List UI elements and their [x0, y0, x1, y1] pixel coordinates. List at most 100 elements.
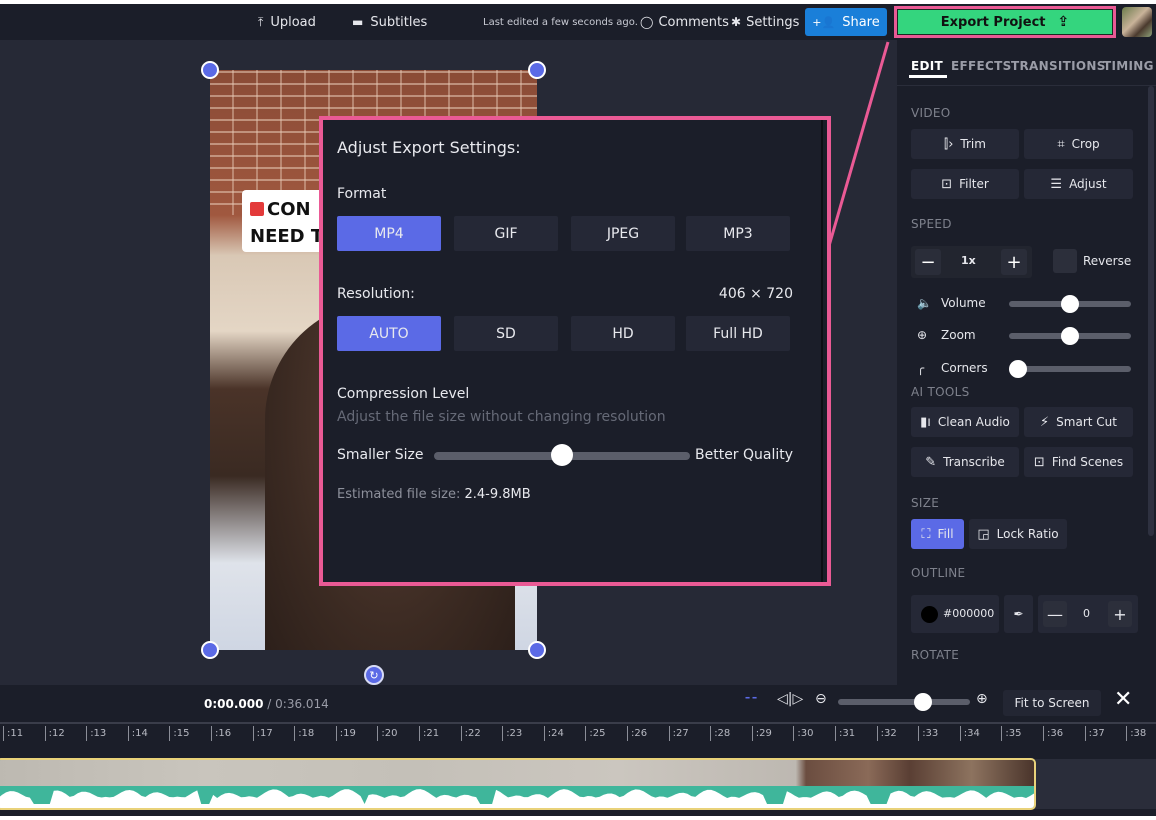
aspect-ratio-icon: ◲: [977, 526, 990, 542]
reverse-checkbox[interactable]: [1053, 249, 1077, 273]
export-project-button[interactable]: Export Project ⇪: [894, 6, 1116, 38]
ruler-tick: :28: [710, 726, 730, 741]
trim-icon: ⫿›: [944, 136, 954, 152]
rotate-handle[interactable]: ↻: [364, 665, 384, 685]
resolution-hd-button[interactable]: HD: [571, 316, 675, 351]
timeline-zoom-thumb[interactable]: [914, 693, 932, 711]
resolution-auto-button[interactable]: AUTO: [337, 316, 441, 351]
tab-edit[interactable]: EDIT: [911, 59, 943, 73]
ruler-tick: :34: [959, 726, 980, 741]
split-icon[interactable]: ◁|▷: [777, 691, 803, 707]
current-time: 0:00.000: [204, 697, 264, 711]
corners-slider-thumb[interactable]: [1009, 360, 1027, 378]
smart-cut-label: Smart Cut: [1056, 415, 1117, 429]
volume-slider-thumb[interactable]: [1061, 295, 1079, 313]
video-editor-app: ⤒ Upload ▬ Subtitles Last edited a few s…: [0, 4, 1156, 816]
snap-icon[interactable]: ⁃⁃: [744, 691, 758, 707]
upload-label: Upload: [270, 14, 316, 30]
compression-slider-thumb[interactable]: [551, 444, 573, 466]
resize-handle-bottom-right[interactable]: [528, 641, 546, 659]
smart-cut-button[interactable]: ⚡ Smart Cut: [1024, 407, 1133, 437]
tab-effects[interactable]: EFFECTS: [951, 59, 1012, 73]
share-export-icon: ⇪: [1057, 14, 1070, 30]
upload-button[interactable]: ⤒ Upload: [258, 4, 316, 40]
ruler-tick: :13: [86, 726, 106, 741]
ruler-tick: :31: [835, 726, 855, 741]
audio-wave-icon: ▮ı: [920, 414, 931, 430]
add-person-icon: +👤: [812, 15, 836, 29]
resize-handle-top-right[interactable]: [528, 61, 546, 79]
outline-increase-button[interactable]: +: [1108, 601, 1132, 627]
sliders-icon: ☰: [1050, 176, 1063, 192]
ruler-tick: :23: [502, 726, 522, 741]
video-clip[interactable]: [0, 758, 1036, 810]
speed-increase-button[interactable]: +: [1001, 249, 1027, 275]
section-ai-tools: AI TOOLS: [911, 385, 970, 399]
lock-ratio-label: Lock Ratio: [996, 527, 1059, 541]
transcribe-button[interactable]: ✎ Transcribe: [911, 447, 1019, 477]
adjust-button[interactable]: ☰ Adjust: [1024, 169, 1133, 199]
format-gif-button[interactable]: GIF: [454, 216, 558, 251]
resize-handle-bottom-left[interactable]: [201, 641, 219, 659]
volume-label: Volume: [941, 296, 986, 310]
resize-handle-top-left[interactable]: [201, 61, 219, 79]
subtitles-button[interactable]: ▬ Subtitles: [352, 4, 427, 40]
tab-transitions[interactable]: TRANSITIONS: [1011, 59, 1106, 73]
expand-corners-icon: ⛶: [921, 526, 931, 542]
share-button[interactable]: +👤 Share: [805, 8, 887, 36]
last-edited-status: Last edited a few seconds ago.: [483, 16, 638, 28]
settings-button[interactable]: ✱ Settings: [731, 4, 799, 40]
compression-label: Compression Level: [337, 386, 470, 402]
export-settings-modal: Adjust Export Settings: Format MP4 GIF J…: [319, 116, 831, 586]
resolution-sd-button[interactable]: SD: [454, 316, 558, 351]
format-jpeg-button[interactable]: JPEG: [571, 216, 675, 251]
timeline-zoom-track[interactable]: [838, 699, 970, 705]
fill-button[interactable]: ⛶ Fill: [911, 519, 964, 549]
crop-icon: ⌗: [1057, 136, 1065, 152]
find-scenes-button[interactable]: ⊡ Find Scenes: [1024, 447, 1133, 477]
clean-audio-button[interactable]: ▮ı Clean Audio: [911, 407, 1019, 437]
zoom-in-icon[interactable]: ⊕: [976, 691, 988, 707]
eyedropper-button[interactable]: ✒: [1004, 595, 1033, 633]
lock-ratio-button[interactable]: ◲ Lock Ratio: [969, 519, 1067, 549]
tab-timing[interactable]: TIMING: [1103, 59, 1154, 73]
modal-title: Adjust Export Settings:: [337, 138, 521, 157]
zoom-label: Zoom: [941, 328, 976, 342]
trim-button[interactable]: ⫿› Trim: [911, 129, 1019, 159]
ruler-tick: :16: [211, 726, 231, 741]
fit-to-screen-button[interactable]: Fit to Screen: [1003, 690, 1101, 716]
ruler-tick: :19: [335, 726, 356, 741]
crop-button[interactable]: ⌗ Crop: [1024, 129, 1133, 159]
filter-button[interactable]: ⊡ Filter: [911, 169, 1019, 199]
outline-decrease-button[interactable]: —: [1043, 601, 1067, 627]
filter-icon: ⊡: [941, 176, 953, 192]
plus-icon: +: [1113, 604, 1127, 624]
ruler-tick: :30: [793, 726, 813, 741]
zoom-out-icon[interactable]: ⊖: [815, 691, 827, 707]
estimate-label: Estimated file size:: [337, 487, 461, 502]
outline-color-picker[interactable]: #000000: [911, 595, 999, 633]
smaller-size-label: Smaller Size: [337, 447, 424, 463]
corners-label: Corners: [941, 361, 988, 375]
playback-time: 0:00.000 / 0:36.014: [204, 697, 329, 711]
speed-stepper: − 1x +: [911, 246, 1032, 278]
resolution-full-hd-button[interactable]: Full HD: [686, 316, 790, 351]
zoom-slider-thumb[interactable]: [1061, 327, 1079, 345]
user-avatar[interactable]: [1122, 7, 1152, 37]
section-rotate: ROTATE: [911, 648, 960, 662]
corners-slider-track[interactable]: [1009, 366, 1131, 372]
settings-label: Settings: [746, 14, 800, 30]
crop-label: Crop: [1071, 137, 1100, 151]
format-mp3-button[interactable]: MP3: [686, 216, 790, 251]
speed-decrease-button[interactable]: −: [915, 249, 941, 275]
comments-button[interactable]: ◯ Comments: [640, 4, 729, 40]
ruler-tick: :37: [1084, 726, 1105, 741]
outline-width-stepper: — 0 +: [1038, 595, 1138, 633]
ruler-tick: :17: [252, 726, 273, 741]
top-bar: ⤒ Upload ▬ Subtitles Last edited a few s…: [0, 4, 1156, 40]
timeline-ruler[interactable]: :11:12:13:14:15:16:17:18:19:20:21:22:23:…: [0, 722, 1156, 742]
close-timeline-icon[interactable]: ✕: [1114, 687, 1132, 712]
section-size: SIZE: [911, 496, 940, 510]
format-mp4-button[interactable]: MP4: [337, 216, 441, 251]
panel-scrollbar[interactable]: [1148, 86, 1154, 536]
